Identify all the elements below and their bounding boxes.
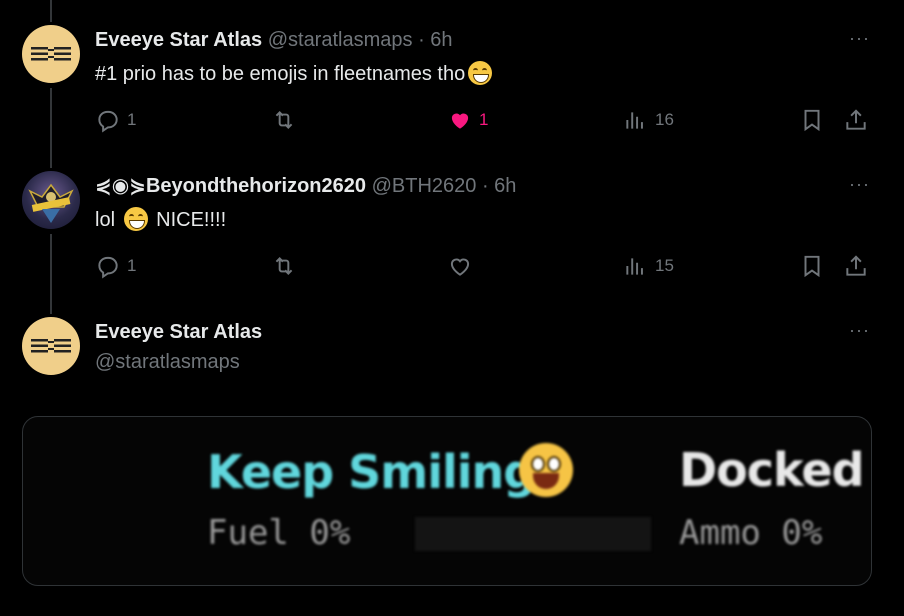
smiling-emoji-icon — [519, 443, 573, 497]
tweet-2-actions: 1 15 — [95, 253, 875, 283]
views-button[interactable]: 15 — [623, 253, 674, 279]
author-name[interactable]: ⋞◉⋟Beyondthehorizon2620 — [95, 175, 366, 197]
views-button[interactable]: 16 — [623, 107, 674, 133]
card-docked-status: Docked a — [679, 443, 871, 497]
author-handle[interactable]: @BTH2620 — [372, 175, 477, 197]
dot-separator: · — [418, 29, 425, 51]
thread-line-2 — [50, 234, 52, 314]
dot-separator: · — [481, 175, 489, 197]
tweet-1-header: Eveeye Star Atlas @staratlasmaps · 6h — [95, 28, 453, 52]
author-handle[interactable]: @staratlasmaps — [95, 351, 240, 373]
eveeye-logo-icon — [31, 47, 71, 61]
share-icon — [846, 109, 866, 130]
heart-outline-icon — [450, 258, 470, 276]
eveeye-logo-icon — [31, 339, 71, 353]
card-ammo-label: Ammo 0% — [679, 513, 823, 553]
share-button[interactable] — [843, 107, 869, 133]
share-button[interactable] — [843, 253, 869, 279]
analytics-icon — [626, 112, 643, 129]
more-options-button[interactable]: ··· — [849, 174, 870, 195]
like-count: 1 — [479, 110, 489, 129]
repost-icon — [275, 111, 293, 129]
tweet-text-before: lol — [95, 209, 116, 231]
thread-line-1 — [50, 88, 52, 168]
share-icon — [846, 255, 866, 276]
tweet-text-after: NICE!!!! — [156, 209, 227, 231]
bookmark-button[interactable] — [799, 107, 825, 133]
more-options-button[interactable]: ··· — [849, 320, 870, 341]
reply-button[interactable]: 1 — [95, 107, 136, 133]
grinning-emoji-icon — [468, 61, 493, 85]
repost-icon — [275, 257, 293, 275]
reply-button[interactable]: 1 — [95, 253, 136, 279]
more-options-button[interactable]: ··· — [849, 28, 870, 49]
tweet-text: lol NICE!!!! — [95, 207, 226, 233]
analytics-icon — [626, 258, 643, 275]
tears-of-joy-emoji-icon — [123, 207, 148, 231]
bookmark-button[interactable] — [799, 253, 825, 279]
beyond-the-horizon-logo-icon — [28, 183, 74, 223]
avatar-beyondthehorizon[interactable] — [22, 171, 80, 229]
thread-line-top — [50, 0, 52, 22]
view-count: 16 — [655, 110, 674, 129]
card-fuel-label: Fuel 0% — [207, 513, 351, 553]
main-tweet-handle-row: @staratlasmaps — [95, 350, 240, 374]
repost-button[interactable] — [271, 253, 303, 279]
author-handle[interactable]: @staratlasmaps — [268, 29, 413, 51]
view-count: 15 — [655, 256, 674, 275]
main-tweet-name-row: Eveeye Star Atlas — [95, 320, 262, 344]
card-fuel-bar — [415, 517, 651, 551]
tweet-1-actions: 1 1 16 — [95, 107, 875, 137]
reply-count: 1 — [127, 110, 137, 129]
reply-count: 1 — [127, 256, 137, 275]
tweet-2-header: ⋞◉⋟Beyondthehorizon2620 @BTH2620 · 6h — [95, 174, 516, 198]
reply-icon — [98, 110, 118, 133]
tweet-text-content: #1 prio has to be emojis in fleetnames t… — [95, 63, 466, 85]
author-name[interactable]: Eveeye Star Atlas — [95, 29, 262, 51]
author-name[interactable]: Eveeye Star Atlas — [95, 321, 262, 343]
tweet-text: #1 prio has to be emojis in fleetnames t… — [95, 61, 495, 87]
like-button[interactable] — [447, 253, 479, 279]
timestamp[interactable]: 6h — [430, 29, 452, 51]
avatar-eveeye[interactable] — [22, 317, 80, 375]
avatar-eveeye[interactable] — [22, 25, 80, 83]
bookmark-icon — [804, 255, 820, 278]
reply-icon — [98, 256, 118, 279]
media-image-card[interactable]: Keep Smiling Docked a Fuel 0% Ammo 0% — [22, 416, 872, 586]
like-button[interactable]: 1 — [447, 107, 488, 133]
timestamp[interactable]: 6h — [494, 175, 516, 197]
card-fleet-name: Keep Smiling — [207, 445, 536, 499]
heart-filled-icon — [451, 113, 469, 129]
repost-button[interactable] — [271, 107, 303, 133]
bookmark-icon — [804, 109, 820, 132]
